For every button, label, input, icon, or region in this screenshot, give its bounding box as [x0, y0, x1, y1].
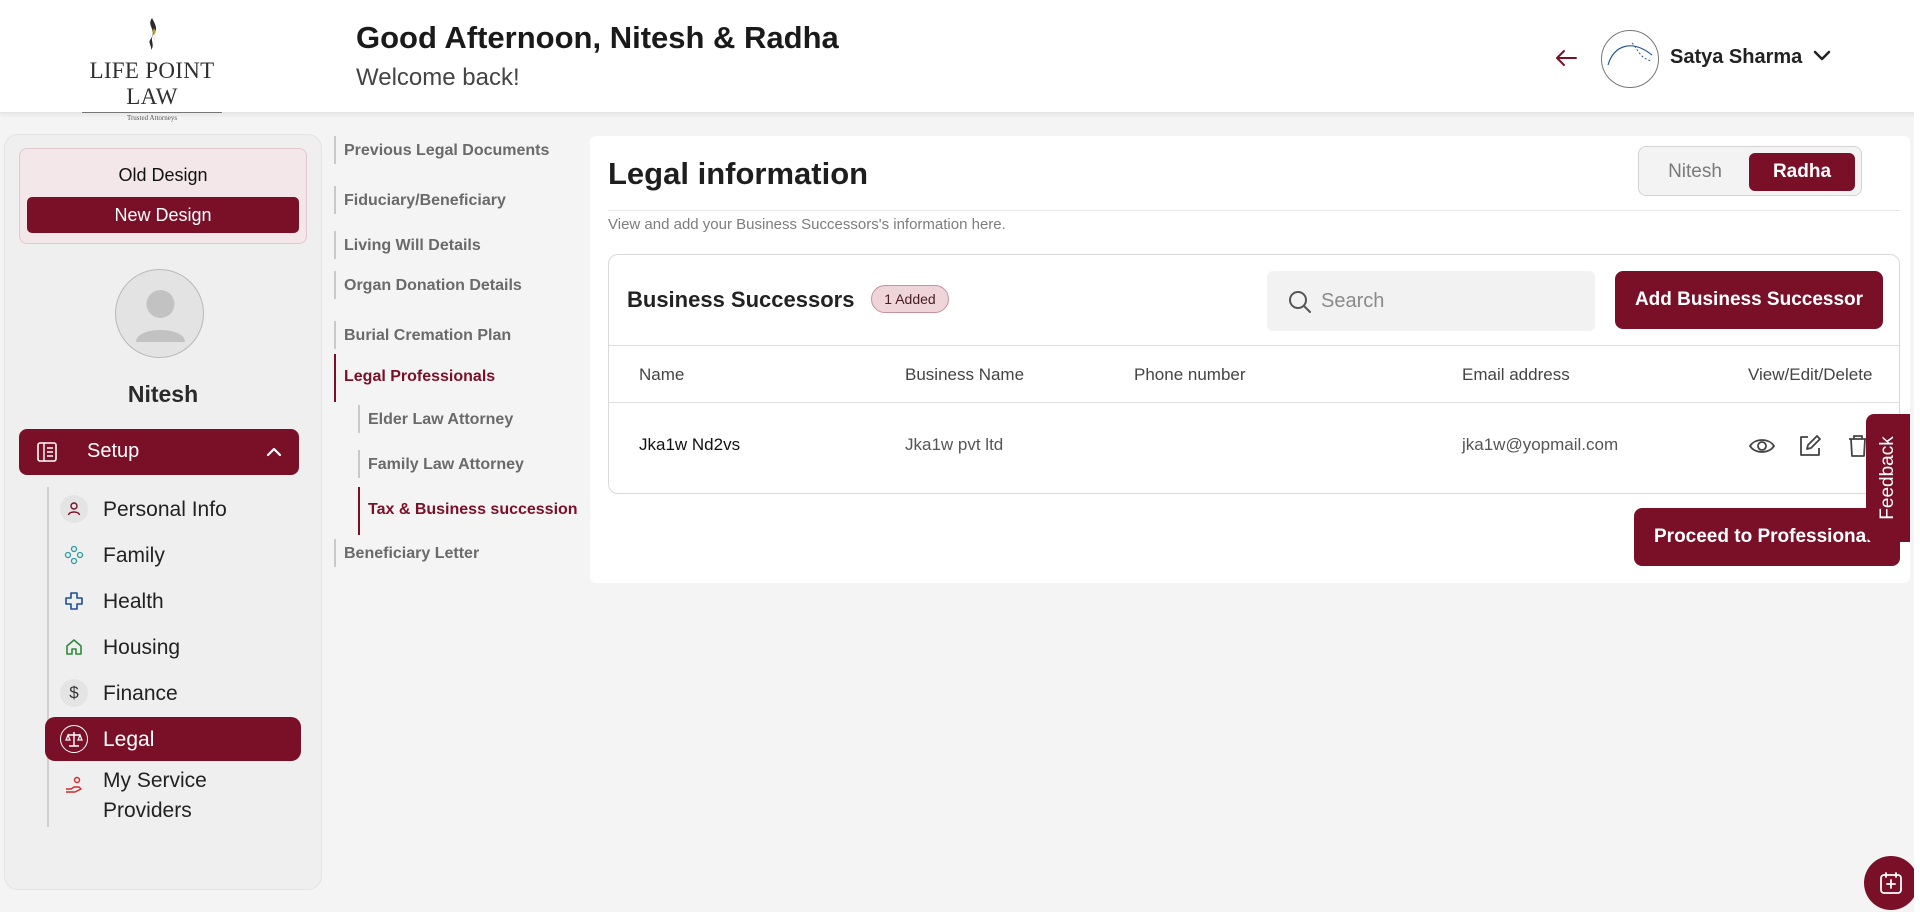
app-header: LIFE POINT LAW Trusted Attorneys Good Af…: [0, 0, 1920, 122]
subnav-elder-law-attorney[interactable]: Elder Law Attorney: [354, 405, 513, 433]
life-point-law-logo[interactable]: LIFE POINT LAW Trusted Attorneys: [66, 16, 238, 122]
count-badge: 1 Added: [871, 285, 949, 313]
column-header-phone[interactable]: Phone number: [1134, 365, 1246, 385]
column-header-business-name[interactable]: Business Name: [905, 365, 1024, 385]
proceed-to-professionals-button[interactable]: Proceed to Professionals: [1634, 508, 1900, 566]
edit-icon[interactable]: [1795, 431, 1825, 461]
sidebar-item-finance[interactable]: $ Finance: [45, 671, 301, 715]
welcome-text: Welcome back!: [356, 64, 520, 91]
search-input[interactable]: [1321, 283, 1581, 319]
greeting-title: Good Afternoon, Nitesh & Radha: [356, 20, 839, 55]
feedback-tab[interactable]: Feedback: [1866, 414, 1910, 542]
home-icon: [60, 633, 88, 661]
profile-name: Nitesh: [127, 381, 199, 407]
page-subtitle: View and add your Business Successors's …: [608, 216, 1006, 233]
cell-email: jka1w@yopmail.com: [1462, 435, 1619, 454]
business-successors-card: Business Successors 1 Added Add Business…: [608, 254, 1900, 494]
sidebar-item-label: Health: [103, 590, 164, 613]
subnav-living-will-details[interactable]: Living Will Details: [330, 231, 481, 259]
sidebar-item-my-service-providers[interactable]: My Service Providers: [45, 763, 301, 827]
sidebar-item-health[interactable]: Health: [45, 579, 301, 623]
scales-icon: [60, 725, 88, 753]
setup-label: Setup: [87, 440, 140, 462]
subnav-fiduciary-beneficiary[interactable]: Fiduciary/Beneficiary: [330, 186, 506, 214]
cell-name: Jka1w Nd2vs: [639, 435, 741, 454]
left-sidebar: Old Design New Design Nitesh Setup Perso…: [4, 134, 322, 890]
design-switcher: Old Design New Design: [19, 148, 307, 244]
logo-flame-icon: [149, 18, 157, 50]
search-icon: [1287, 289, 1313, 315]
subnav-previous-legal-documents[interactable]: Previous Legal Documents: [330, 136, 549, 164]
sidebar-item-personal-info[interactable]: Personal Info: [45, 487, 301, 531]
sidebar-item-label: Personal Info: [103, 498, 227, 521]
subnav-burial-cremation-plan[interactable]: Burial Cremation Plan: [330, 321, 511, 349]
user-name[interactable]: Satya Sharma: [1670, 46, 1802, 69]
table-title: Business Successors: [627, 287, 855, 312]
cell-business-name: Jka1w pvt ltd: [905, 435, 1004, 454]
column-header-name[interactable]: Name: [639, 365, 684, 385]
title-divider: [608, 210, 1900, 211]
add-business-successor-button[interactable]: Add Business Successor: [1615, 271, 1883, 329]
old-design-option[interactable]: Old Design: [20, 165, 306, 186]
greeting-block: Good Afternoon, Nitesh & Radha Welcome b…: [356, 20, 839, 92]
main-content: Legal information Nitesh Radha View and …: [590, 136, 1910, 583]
column-header-actions: View/Edit/Delete: [1748, 365, 1873, 384]
table-row: Jka1w Nd2vs Jka1w pvt ltd jka1w@yopmail.…: [609, 403, 1899, 491]
health-cross-icon: [60, 587, 88, 615]
sidebar-item-label: Housing: [103, 636, 181, 659]
sidebar-item-label: My Service Providers: [103, 769, 207, 822]
subnav-tax-business-succession[interactable]: Tax & Business succession: [354, 487, 578, 535]
column-header-email[interactable]: Email address: [1462, 365, 1570, 385]
sidebar-item-housing[interactable]: Housing: [45, 625, 301, 669]
setup-section-toggle[interactable]: Setup: [19, 429, 299, 475]
subnav-family-law-attorney[interactable]: Family Law Attorney: [354, 450, 524, 478]
sidebar-item-label: Legal: [103, 728, 155, 751]
book-icon: [35, 440, 59, 464]
new-design-button[interactable]: New Design: [27, 197, 299, 233]
logo-text: LIFE POINT LAW: [89, 58, 215, 109]
arrow-left-icon[interactable]: [1552, 44, 1580, 72]
sidebar-item-label: Finance: [103, 682, 178, 705]
eye-icon[interactable]: [1747, 431, 1777, 461]
chevron-down-icon[interactable]: [1810, 44, 1834, 68]
chevron-up-icon: [263, 441, 285, 463]
table-header: Name Business Name Phone number Email ad…: [609, 345, 1899, 403]
sidebar-item-label: Family: [103, 544, 165, 567]
toggle-radha[interactable]: Radha: [1749, 153, 1855, 191]
logo-tagline: Trusted Attorneys: [82, 112, 222, 122]
person-toggle: Nitesh Radha: [1638, 146, 1862, 196]
dollar-icon: $: [60, 679, 88, 707]
user-avatar[interactable]: [1601, 30, 1659, 88]
subnav-beneficiary-letter[interactable]: Beneficiary Letter: [330, 539, 479, 567]
family-icon: [60, 541, 88, 569]
sidebar-item-family[interactable]: Family: [45, 533, 301, 577]
search-box[interactable]: [1267, 271, 1595, 331]
sidebar-item-legal[interactable]: Legal: [45, 717, 301, 761]
toggle-nitesh[interactable]: Nitesh: [1647, 153, 1743, 191]
scrollbar-track: [1914, 0, 1920, 912]
person-placeholder-icon: [136, 290, 185, 342]
page-title: Legal information: [608, 156, 869, 191]
legal-subnav: Previous Legal Documents Fiduciary/Benef…: [330, 134, 586, 574]
calendar-plus-icon: [1880, 872, 1902, 894]
feedback-label: Feedback: [1877, 436, 1898, 520]
calendar-add-button[interactable]: [1864, 856, 1918, 910]
person-icon: [60, 495, 88, 523]
profile-avatar[interactable]: [115, 269, 204, 358]
subnav-organ-donation-details[interactable]: Organ Donation Details: [330, 271, 522, 299]
service-provider-icon: [60, 771, 88, 799]
subnav-legal-professionals[interactable]: Legal Professionals: [330, 354, 495, 402]
